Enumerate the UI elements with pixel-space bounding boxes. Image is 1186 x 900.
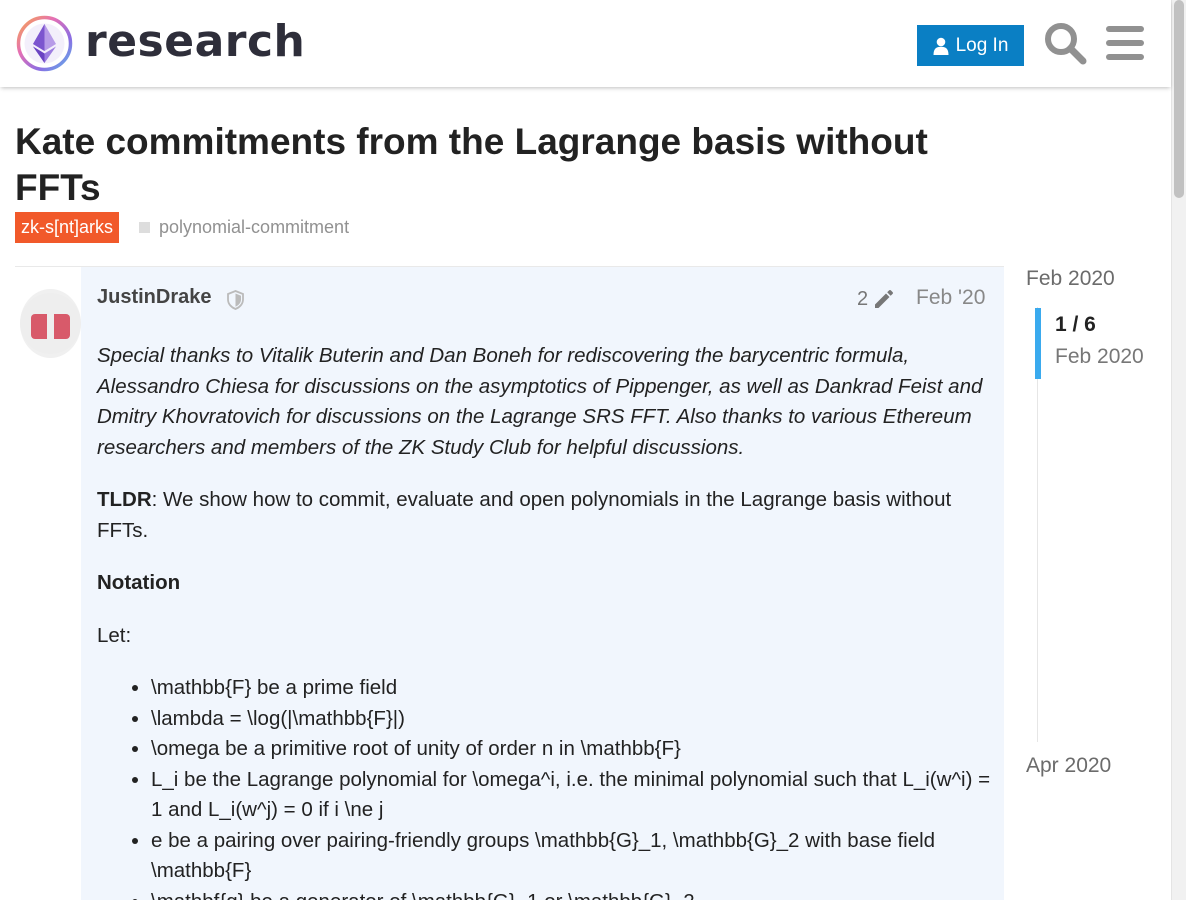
tldr-text: : We show how to commit, evaluate and op…	[97, 488, 952, 542]
login-label: Log In	[955, 34, 1009, 56]
site-logo[interactable]: research	[16, 15, 305, 72]
tldr-paragraph: TLDR: We show how to commit, evaluate an…	[97, 485, 992, 546]
tag-label: polynomial-commitment	[159, 217, 350, 237]
edit-history-button[interactable]: 2	[857, 287, 896, 311]
avatar[interactable]	[20, 289, 81, 358]
notation-heading: Notation	[97, 568, 992, 599]
tag-polynomial-commitment[interactable]: polynomial-commitment	[139, 217, 349, 238]
acknowledgements-text: Special thanks to Vitalik Buterin and Da…	[97, 344, 983, 459]
site-header: research Log In	[0, 0, 1171, 87]
timeline-position: 1 / 6	[1055, 313, 1096, 336]
notation-heading-text: Notation	[97, 571, 181, 594]
ethereum-logo-icon	[16, 15, 73, 72]
avatar-image-icon	[20, 293, 81, 354]
list-item: e be a pairing over pairing-friendly gro…	[151, 826, 992, 887]
list-item: L_i be the Lagrange polynomial for \omeg…	[151, 765, 992, 826]
let-paragraph: Let:	[97, 623, 132, 647]
list-item: \lambda = \log(|\mathbb{F}|)	[151, 704, 992, 735]
timeline-handle[interactable]	[1035, 308, 1041, 379]
timeline-end-date[interactable]: Apr 2020	[1026, 754, 1111, 778]
user-icon	[933, 37, 949, 55]
edit-count: 2	[857, 287, 869, 310]
tag-square-icon	[139, 222, 151, 233]
timeline-current-date: Feb 2020	[1055, 345, 1144, 368]
acknowledgements: Special thanks to Vitalik Buterin and Da…	[97, 341, 992, 463]
post-content: Special thanks to Vitalik Buterin and Da…	[97, 341, 992, 900]
scrollbar-thumb[interactable]	[1174, 0, 1184, 198]
list-item: \mathbf{g} be a generator of \mathbb{G}_…	[151, 887, 992, 900]
topic-title[interactable]: Kate commitments from the Lagrange basis…	[15, 119, 995, 211]
post-username[interactable]: JustinDrake	[97, 286, 212, 309]
page-scrollbar[interactable]	[1171, 0, 1186, 900]
list-item: \mathbb{F} be a prime field	[151, 673, 992, 704]
search-icon[interactable]	[1043, 21, 1087, 65]
post-date[interactable]: Feb '20	[916, 286, 985, 310]
notation-list: \mathbb{F} be a prime field \lambda = \l…	[97, 673, 992, 900]
login-button[interactable]: Log In	[917, 25, 1024, 66]
tldr-label: TLDR	[97, 488, 152, 511]
logo-text: research	[85, 15, 306, 67]
topic-tags: zk-s[nt]arks polynomial-commitment	[15, 212, 349, 243]
hamburger-menu-icon[interactable]	[1104, 21, 1148, 65]
list-item: \omega be a primitive root of unity of o…	[151, 734, 992, 765]
timeline-start-date[interactable]: Feb 2020	[1026, 267, 1115, 291]
category-badge[interactable]: zk-s[nt]arks	[15, 212, 120, 243]
shield-icon	[227, 290, 244, 310]
pencil-icon	[875, 290, 894, 308]
